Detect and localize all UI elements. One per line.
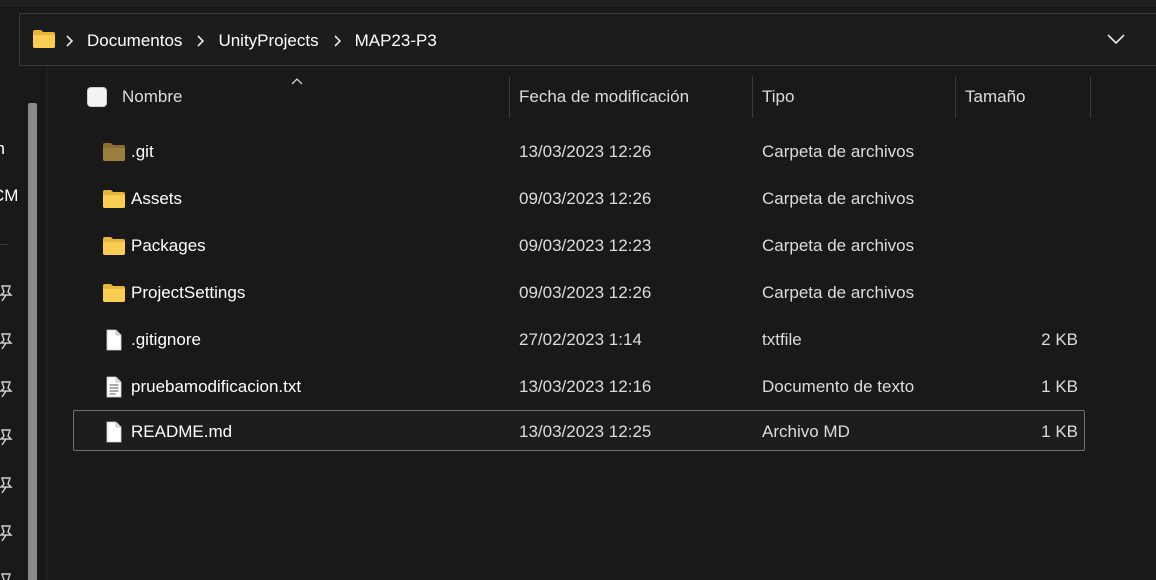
file-size: 1 KB (1041, 422, 1078, 441)
column-header-size[interactable]: Tamaño (965, 76, 1025, 118)
navigation-pane: on CM (0, 66, 40, 580)
column-header-name[interactable]: Nombre (122, 76, 182, 118)
pin-icon[interactable] (0, 524, 14, 542)
file-type: Carpeta de archivos (762, 236, 915, 255)
pin-icon[interactable] (0, 428, 14, 446)
file-date: 13/03/2023 12:26 (519, 142, 652, 161)
folder-icon (103, 284, 125, 302)
file-name: .gitignore (131, 330, 201, 349)
file-row-selected[interactable]: README.md 13/03/2023 12:25 Archivo MD 1 … (73, 410, 1085, 451)
file-type: Carpeta de archivos (762, 142, 915, 161)
nav-divider (0, 244, 8, 245)
file-icon (106, 329, 122, 351)
chevron-down-icon[interactable] (1106, 31, 1126, 47)
file-date: 13/03/2023 12:16 (519, 377, 652, 396)
file-date: 09/03/2023 12:26 (519, 189, 652, 208)
file-name: Assets (131, 189, 183, 208)
chevron-right-icon[interactable] (196, 34, 206, 47)
file-icon (106, 421, 122, 443)
file-date: 13/03/2023 12:25 (519, 422, 652, 441)
file-row[interactable]: Assets 09/03/2023 12:26 Carpeta de archi… (73, 177, 1085, 218)
pin-icon[interactable] (0, 380, 14, 398)
folder-icon (103, 190, 125, 208)
file-date: 09/03/2023 12:23 (519, 236, 652, 255)
file-size: 2 KB (1041, 330, 1078, 349)
pin-icon[interactable] (0, 332, 14, 350)
column-header-type[interactable]: Tipo (762, 76, 794, 118)
column-resize-handle[interactable] (509, 76, 510, 118)
file-name: README.md (131, 422, 233, 441)
file-type: Carpeta de archivos (762, 283, 915, 302)
chevron-right-icon[interactable] (333, 34, 343, 47)
folder-icon (103, 237, 125, 255)
pane-divider[interactable] (46, 66, 48, 580)
column-resize-handle[interactable] (1090, 76, 1091, 118)
file-name: pruebamodificacion.txt (131, 377, 302, 396)
file-row[interactable]: .gitignore 27/02/2023 1:14 txtfile 2 KB (73, 318, 1085, 359)
file-size: 1 KB (1041, 377, 1078, 396)
breadcrumb-documentos[interactable]: Documentos (87, 27, 182, 55)
file-row[interactable]: pruebamodificacion.txt 13/03/2023 12:16 … (73, 365, 1085, 406)
address-bar[interactable]: Documentos UnityProjects MAP23-P3 (19, 13, 1156, 66)
pin-icon[interactable] (0, 572, 14, 580)
breadcrumb: Documentos UnityProjects MAP23-P3 (65, 14, 451, 67)
text-file-icon (106, 376, 122, 398)
sort-ascending-icon (291, 78, 303, 85)
nav-item-partial[interactable]: on (0, 139, 5, 159)
file-type: Documento de texto (762, 377, 915, 396)
window-top-border (0, 0, 1156, 6)
select-all-checkbox[interactable] (87, 87, 107, 107)
file-date: 27/02/2023 1:14 (519, 330, 642, 349)
file-row[interactable]: .git 13/03/2023 12:26 Carpeta de archivo… (73, 130, 1085, 171)
chevron-right-icon[interactable] (65, 34, 75, 47)
file-date: 09/03/2023 12:26 (519, 283, 652, 302)
column-header-date[interactable]: Fecha de modificación (519, 76, 689, 118)
file-name: .git (131, 142, 154, 161)
file-name: Packages (131, 236, 206, 255)
breadcrumb-unityprojects[interactable]: UnityProjects (218, 27, 318, 55)
nav-scrollbar[interactable] (28, 103, 37, 580)
folder-icon (33, 30, 55, 48)
nav-item-partial[interactable]: CM (0, 186, 18, 206)
file-row[interactable]: ProjectSettings 09/03/2023 12:26 Carpeta… (73, 271, 1085, 312)
file-type: Archivo MD (762, 422, 850, 441)
breadcrumb-map23-p3[interactable]: MAP23-P3 (355, 27, 437, 55)
column-header: Nombre Fecha de modificación Tipo Tamaño (73, 76, 1093, 118)
file-name: ProjectSettings (131, 283, 246, 302)
file-row[interactable]: Packages 09/03/2023 12:23 Carpeta de arc… (73, 224, 1085, 265)
pin-icon[interactable] (0, 476, 14, 494)
column-resize-handle[interactable] (955, 76, 956, 118)
folder-icon (103, 143, 125, 161)
file-type: Carpeta de archivos (762, 189, 915, 208)
column-resize-handle[interactable] (752, 76, 753, 118)
file-type: txtfile (762, 330, 802, 349)
pin-icon[interactable] (0, 284, 14, 302)
